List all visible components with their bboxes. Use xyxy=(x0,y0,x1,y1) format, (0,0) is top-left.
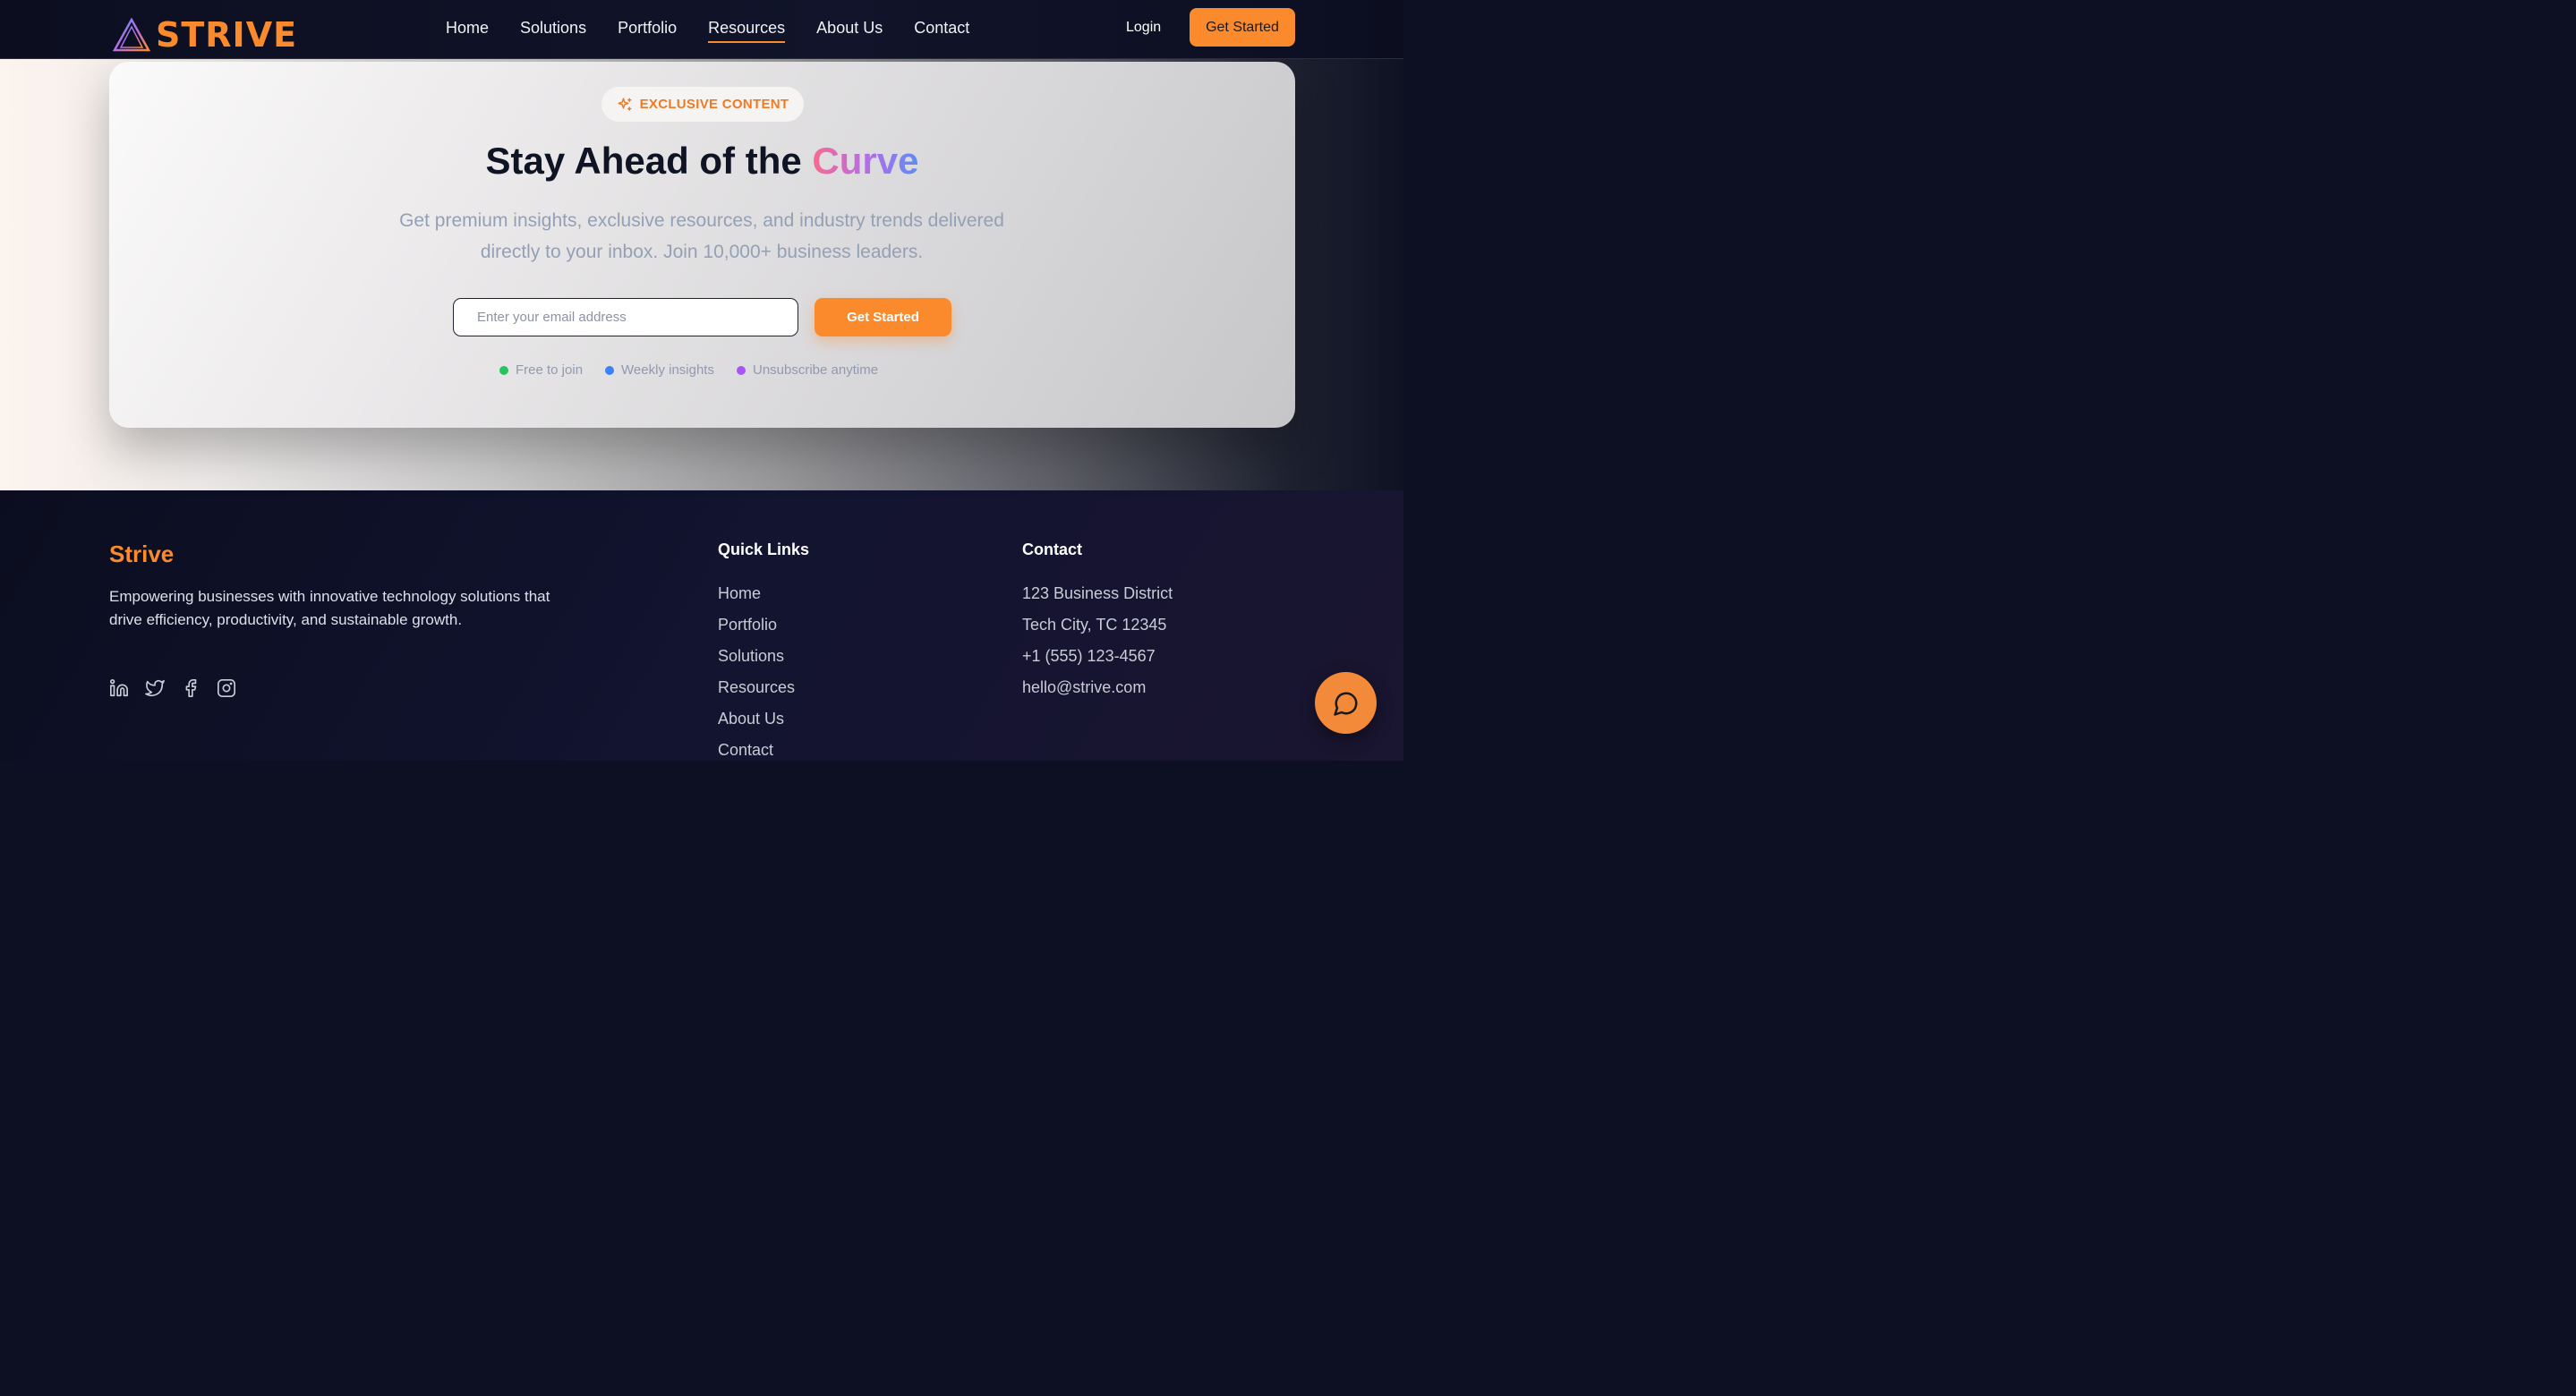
hero-subtitle: Get premium insights, exclusive resource… xyxy=(399,210,1004,262)
perks-list: Free to join Weekly insights Unsubscribe… xyxy=(499,362,900,378)
login-link[interactable]: Login xyxy=(1126,19,1161,37)
site-footer: Strive Empowering businesses with innova… xyxy=(0,490,1403,761)
facebook-icon[interactable] xyxy=(181,678,200,698)
footer-link-about-us[interactable]: About Us xyxy=(718,703,795,735)
contact-list: 123 Business District Tech City, TC 1234… xyxy=(1022,578,1173,703)
contact-address-line2: Tech City, TC 12345 xyxy=(1022,616,1167,634)
nav-link-resources[interactable]: Resources xyxy=(708,17,786,43)
contact-email[interactable]: hello@strive.com xyxy=(1022,672,1173,703)
get-started-button[interactable]: Get Started xyxy=(1190,8,1295,47)
footer-link-home[interactable]: Home xyxy=(718,578,795,609)
footer-brand: Strive xyxy=(109,541,175,567)
contact-heading: Contact xyxy=(1022,541,1082,558)
headline-accent: Curve xyxy=(812,140,919,182)
chat-button[interactable] xyxy=(1315,672,1377,734)
badge-label: EXCLUSIVE CONTENT xyxy=(639,97,789,112)
footer-link-portfolio[interactable]: Portfolio xyxy=(718,609,795,641)
hero-headline: Stay Ahead of the Curve xyxy=(109,139,1295,183)
footer-link-solutions[interactable]: Solutions xyxy=(718,641,795,672)
twitter-icon[interactable] xyxy=(145,678,165,698)
brand-wordmark: STRIVE xyxy=(156,15,298,55)
linkedin-icon[interactable] xyxy=(109,678,129,698)
brand-logo[interactable]: STRIVE xyxy=(113,18,297,52)
instagram-icon[interactable] xyxy=(217,678,236,698)
green-dot-icon xyxy=(499,365,508,375)
perk-label: Free to join xyxy=(516,362,584,378)
purple-dot-icon xyxy=(736,365,746,375)
perk-free: Free to join xyxy=(499,362,583,378)
headline-text: Stay Ahead of the xyxy=(485,140,813,182)
blue-dot-icon xyxy=(605,365,615,375)
quick-links-heading: Quick Links xyxy=(718,541,810,558)
perk-label: Unsubscribe anytime xyxy=(752,362,879,378)
main-nav: Home Solutions Portfolio Resources About… xyxy=(446,17,1001,43)
social-links xyxy=(109,678,252,698)
top-navbar: STRIVE Home Solutions Portfolio Resource… xyxy=(0,0,1403,59)
nav-link-solutions[interactable]: Solutions xyxy=(520,17,586,38)
nav-link-about-us[interactable]: About Us xyxy=(816,17,883,38)
newsletter-card: EXCLUSIVE CONTENT Stay Ahead of the Curv… xyxy=(109,62,1295,428)
exclusive-content-badge: EXCLUSIVE CONTENT xyxy=(601,87,804,122)
footer-link-resources[interactable]: Resources xyxy=(718,672,795,703)
perk-label: Weekly insights xyxy=(621,362,714,378)
nav-link-home[interactable]: Home xyxy=(446,17,489,38)
sparkles-icon xyxy=(618,98,632,111)
triangle-logo-icon xyxy=(113,18,150,52)
quick-links-list: Home Portfolio Solutions Resources About… xyxy=(718,578,795,766)
nav-link-portfolio[interactable]: Portfolio xyxy=(618,17,677,38)
chat-bubble-icon xyxy=(1333,692,1357,716)
nav-link-contact[interactable]: Contact xyxy=(914,17,969,38)
subscribe-button[interactable]: Get Started xyxy=(815,298,951,336)
footer-link-contact[interactable]: Contact xyxy=(718,735,795,766)
contact-address-line1: 123 Business District xyxy=(1022,584,1173,602)
perk-weekly: Weekly insights xyxy=(605,362,714,378)
email-input[interactable] xyxy=(453,298,798,336)
contact-phone[interactable]: +1 (555) 123-4567 xyxy=(1022,641,1173,672)
footer-description: Empowering businesses with innovative te… xyxy=(109,588,550,628)
perk-unsubscribe: Unsubscribe anytime xyxy=(736,362,879,378)
